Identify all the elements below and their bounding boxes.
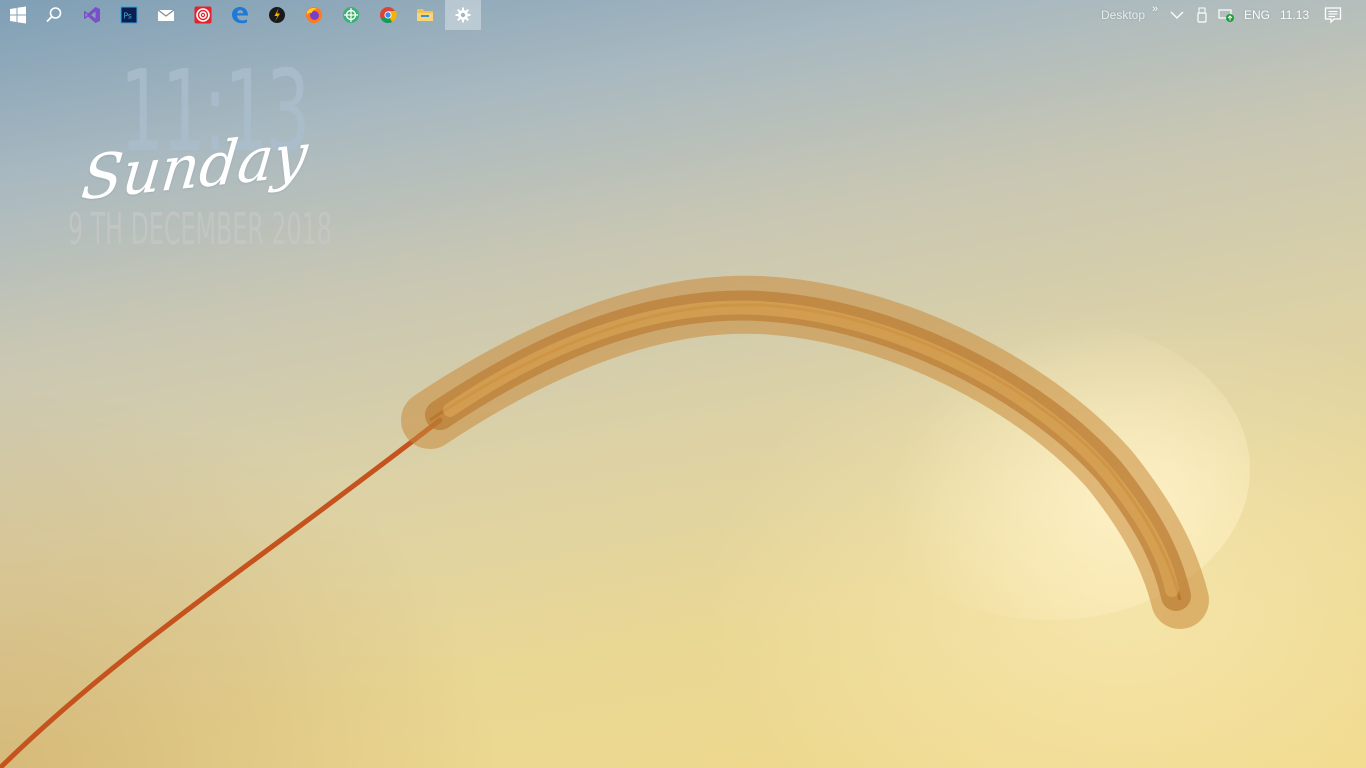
wallpaper-glow	[700, 300, 1366, 768]
show-hidden-icons-button[interactable]	[1170, 0, 1184, 30]
firefox-button[interactable]	[296, 0, 332, 30]
mail-icon	[157, 9, 175, 21]
mail-button[interactable]	[148, 0, 184, 30]
search-icon	[46, 7, 62, 23]
windows-logo-icon	[10, 6, 26, 24]
visual-studio-button[interactable]	[74, 0, 110, 30]
wallpaper-shade	[0, 380, 500, 768]
desktop-clock-widget: 11:13 9 TH DECEMBER 2018 Sunday	[60, 56, 332, 266]
network-app-button[interactable]	[333, 0, 369, 30]
double-chevron-icon: »	[1152, 3, 1159, 15]
language-label: ENG	[1244, 8, 1271, 22]
search-button[interactable]	[36, 0, 72, 30]
file-explorer-button[interactable]	[407, 0, 443, 30]
notification-icon	[1324, 7, 1342, 24]
chevron-down-icon	[1170, 11, 1184, 19]
firefox-icon	[306, 7, 322, 23]
target-app-button[interactable]	[185, 0, 221, 30]
usb-device-tray-icon[interactable]	[1196, 0, 1208, 30]
taskbar: Ps Desktop » ENG 11.13	[0, 0, 1366, 30]
chrome-icon	[380, 7, 397, 23]
gear-icon	[455, 7, 471, 23]
tray-time: 11.13	[1280, 8, 1310, 22]
tray-clock[interactable]: 11.13	[1280, 0, 1309, 30]
folder-icon	[417, 9, 433, 21]
widget-date: 9 TH DECEMBER 2018	[68, 204, 332, 255]
photoshop-button[interactable]: Ps	[111, 0, 147, 30]
svg-text:Ps: Ps	[124, 12, 132, 21]
target-icon	[194, 6, 212, 24]
usb-drive-icon	[1197, 7, 1207, 23]
settings-button[interactable]	[445, 0, 481, 30]
desktop-toolbar-label: Desktop	[1101, 8, 1146, 22]
network-tray-icon[interactable]	[1218, 0, 1236, 30]
desktop-toolbar[interactable]: Desktop	[1101, 0, 1145, 30]
chrome-button[interactable]	[370, 0, 406, 30]
toolbar-overflow-button[interactable]: »	[1152, 0, 1158, 24]
network-status-icon	[1218, 9, 1234, 22]
language-indicator[interactable]: ENG	[1244, 0, 1270, 30]
winamp-button[interactable]	[259, 0, 295, 30]
start-button[interactable]	[0, 0, 36, 30]
winamp-icon	[269, 7, 285, 23]
visual-studio-icon	[84, 7, 100, 23]
action-center-button[interactable]	[1324, 0, 1342, 30]
widget-day: Sunday	[78, 119, 311, 215]
photoshop-icon: Ps	[120, 6, 138, 24]
edge-icon	[232, 7, 248, 24]
edge-button[interactable]	[222, 0, 258, 30]
globe-app-icon	[343, 7, 359, 23]
